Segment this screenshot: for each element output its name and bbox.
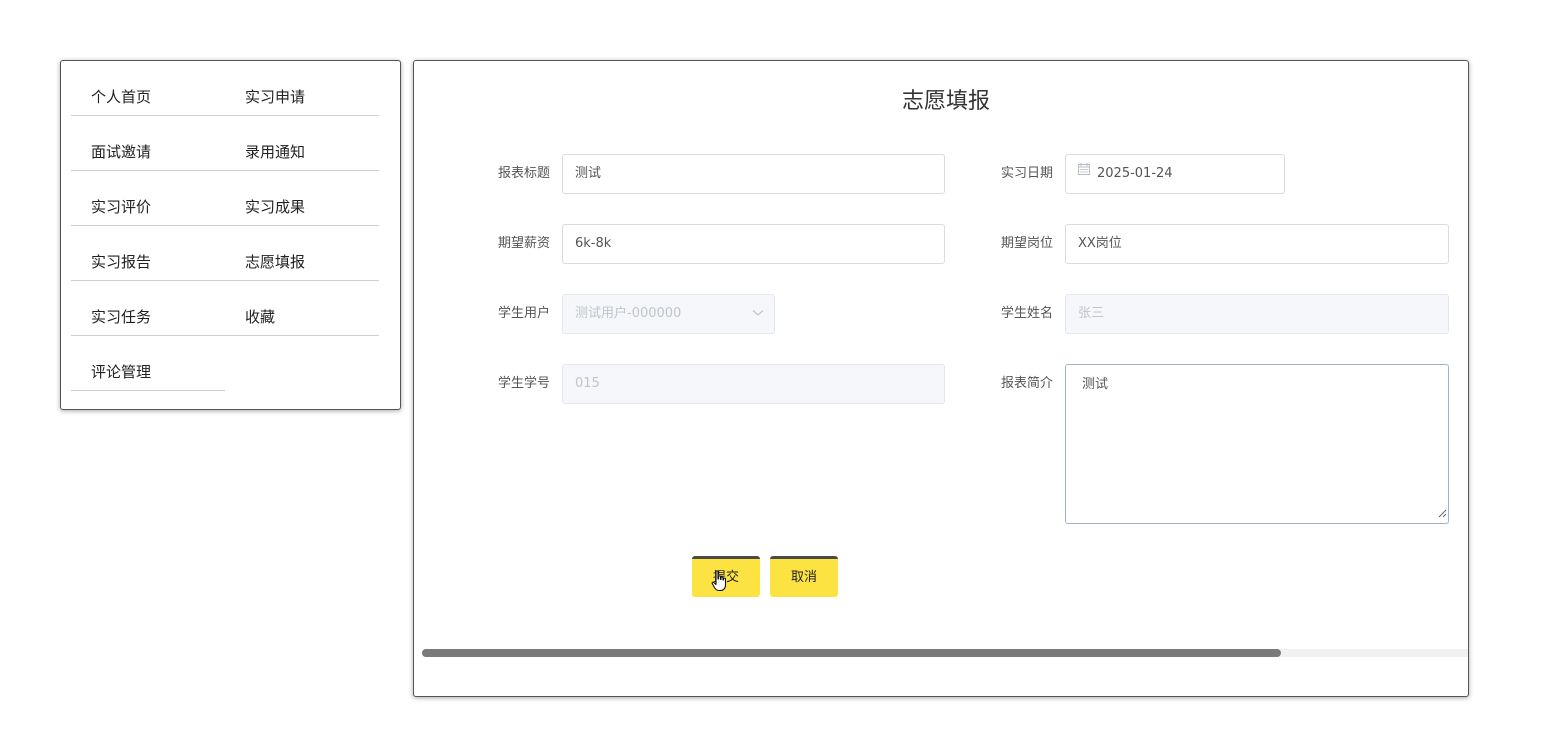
internship-date-picker[interactable]: 2025-01-24: [1065, 154, 1285, 194]
menu-item-preference-form[interactable]: 志愿填报: [225, 226, 379, 281]
expected-salary-input[interactable]: 6k-8k: [562, 224, 945, 264]
student-user-value: 测试用户-000000: [575, 306, 682, 321]
student-name-label: 学生姓名: [1000, 306, 1053, 321]
menu-item-internship-results[interactable]: 实习成果: [225, 171, 379, 226]
student-id-input[interactable]: 015: [562, 364, 945, 404]
page-title: 志愿填报: [901, 89, 990, 114]
expected-position-label: 期望岗位: [1000, 236, 1053, 251]
report-intro-label: 报表简介: [1000, 376, 1053, 391]
report-title-label: 报表标题: [497, 166, 550, 181]
report-intro-value: 测试: [1082, 377, 1109, 392]
submit-button[interactable]: 提交: [692, 556, 760, 597]
form-panel: 志愿填报 报表标题 测试 实习日期 2025-01-24 期望薪资 6k-8k …: [413, 60, 1469, 697]
menu-item-interview-invitation[interactable]: 面试邀请: [71, 116, 225, 171]
menu-item-internship-application[interactable]: 实习申请: [225, 61, 379, 116]
student-id-value: 015: [575, 376, 600, 391]
cancel-button[interactable]: 取消: [770, 556, 838, 597]
expected-position-value: XX岗位: [1078, 236, 1122, 251]
nav-menu-panel: 个人首页 实习申请 面试邀请 录用通知 实习评价 实习成果 实习报告 志愿填报 …: [60, 60, 401, 410]
report-intro-textarea[interactable]: 测试: [1065, 364, 1449, 524]
menu-item-internship-report[interactable]: 实习报告: [71, 226, 225, 281]
expected-salary-label: 期望薪资: [497, 236, 550, 251]
menu-item-home[interactable]: 个人首页: [71, 61, 225, 116]
report-title-value: 测试: [575, 166, 602, 181]
expected-position-input[interactable]: XX岗位: [1065, 224, 1449, 264]
menu-item-internship-tasks[interactable]: 实习任务: [71, 281, 225, 336]
internship-date-label: 实习日期: [1000, 166, 1053, 181]
report-title-input[interactable]: 测试: [562, 154, 945, 194]
horizontal-scrollbar[interactable]: [422, 649, 1468, 657]
student-user-select[interactable]: 测试用户-000000: [562, 294, 775, 334]
resize-grip-icon[interactable]: [1438, 507, 1447, 522]
expected-salary-value: 6k-8k: [575, 236, 612, 251]
student-id-label: 学生学号: [497, 376, 550, 391]
horizontal-scrollbar-thumb[interactable]: [422, 649, 1281, 657]
student-name-input[interactable]: 张三: [1065, 294, 1449, 334]
menu-item-favorites[interactable]: 收藏: [225, 281, 379, 336]
menu-item-internship-evaluation[interactable]: 实习评价: [71, 171, 225, 226]
internship-date-value: 2025-01-24: [1097, 166, 1173, 181]
menu-item-offer-notice[interactable]: 录用通知: [225, 116, 379, 171]
calendar-icon: [1078, 155, 1090, 191]
student-user-label: 学生用户: [497, 306, 550, 321]
student-name-value: 张三: [1078, 306, 1105, 321]
menu-item-comment-management[interactable]: 评论管理: [71, 336, 225, 391]
chevron-down-icon: [752, 295, 764, 333]
